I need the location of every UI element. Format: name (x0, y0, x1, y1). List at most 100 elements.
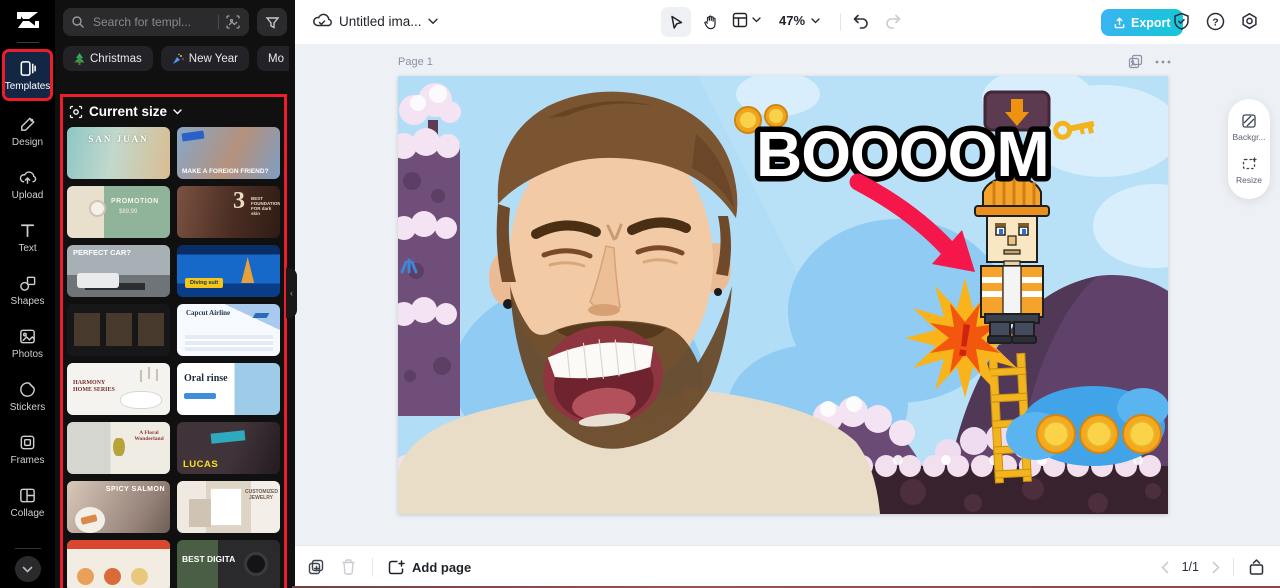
cloud-save-status[interactable] (311, 10, 333, 32)
tag-label: Christmas (90, 52, 142, 65)
add-page-button[interactable]: Add page (388, 559, 471, 576)
background-button[interactable]: Backgr... (1229, 113, 1269, 142)
select-tool-button[interactable] (661, 7, 691, 37)
template-thumb-lucas-podcast[interactable]: LUCAS (177, 422, 280, 474)
prev-page-chevron[interactable] (1160, 561, 1169, 574)
template-thumb-floral[interactable]: A Floral Wonderland (67, 422, 170, 474)
chevron-down-icon (22, 566, 33, 573)
template-thumb-promotion[interactable]: PROMOTION $89.99 (67, 186, 170, 238)
document-title[interactable]: Untitled ima... (339, 14, 438, 29)
redo-button[interactable] (883, 11, 903, 31)
cursor-arrow-icon (670, 15, 682, 29)
sidebar-item-label: Collage (10, 508, 45, 519)
top-toolbar: Untitled ima... 47% Export ? (295, 0, 1280, 45)
template-grid: SAN JUAN MAKE A FOREIGN FRIEND? PROMOTIO… (63, 125, 284, 588)
settings-button[interactable] (1239, 11, 1260, 32)
current-size-label: Current size (89, 104, 168, 119)
rail-collapse-button[interactable] (14, 556, 41, 582)
template-thumb-san-juan[interactable]: SAN JUAN (67, 127, 170, 179)
tag-new-year[interactable]: New Year (160, 46, 249, 71)
template-thumb-perfect-car[interactable]: PERFECT CAR? (67, 245, 170, 297)
current-size-dropdown[interactable]: Current size (63, 97, 284, 125)
chevron-down-icon (752, 17, 761, 23)
sidebar-item-collage[interactable]: Collage (0, 476, 55, 529)
template-thumb-airline[interactable]: Capcut Airline (177, 304, 280, 356)
undo-button[interactable] (851, 11, 871, 31)
text-icon (20, 224, 35, 238)
image-search-icon[interactable] (225, 14, 241, 30)
template-thumb-oral-rinse[interactable]: Oral rinse (177, 363, 280, 415)
sidebar-item-text[interactable]: Text (0, 211, 55, 264)
redo-icon (886, 14, 901, 29)
safety-shield-button[interactable] (1171, 11, 1192, 32)
duplicate-icon[interactable] (307, 558, 325, 576)
sidebar-item-label: Templates (4, 80, 51, 92)
sidebar-item-shapes[interactable]: Shapes (0, 264, 55, 317)
resize-button[interactable]: Resize (1229, 156, 1269, 185)
shapes-icon (20, 276, 36, 291)
search-icon (72, 16, 84, 28)
pixel-worker (974, 175, 1050, 344)
sidebar-item-photos[interactable]: Photos (0, 317, 55, 370)
more-options-icon[interactable] (1155, 60, 1171, 64)
sidebar-item-label: Design (11, 137, 44, 148)
sidebar-item-upload[interactable]: Upload (0, 158, 55, 211)
template-thumb-best-digital[interactable]: BEST DIGITA (177, 540, 280, 588)
sidebar-item-label: Text (18, 243, 37, 254)
sidebar-item-label: Photos (11, 349, 44, 360)
page-indicator: 1/1 (1181, 560, 1199, 574)
template-thumb-jewelry[interactable]: CUSTOMIZED JEWELRY (177, 481, 280, 533)
tag-more-truncated[interactable]: Mo (257, 46, 289, 71)
present-icon[interactable] (1247, 558, 1266, 576)
template-thumb-diving-suit[interactable]: Diving suit (177, 245, 280, 297)
sidebar-item-design[interactable]: Design (0, 105, 55, 158)
search-input[interactable] (91, 14, 212, 30)
template-thumb-spicy-salmon[interactable]: SPICY SALMON (67, 481, 170, 533)
shield-check-icon (1174, 12, 1189, 30)
zoom-control[interactable]: 47% (779, 13, 820, 28)
sidebar-item-label: Frames (10, 455, 45, 466)
frames-icon (20, 435, 35, 450)
sidebar-item-frames[interactable]: Frames (0, 423, 55, 476)
left-icon-rail: Templates Design Upload Text Shapes Phot… (0, 0, 55, 588)
page-label: Page 1 (398, 56, 433, 68)
template-search-box[interactable] (63, 8, 249, 36)
duplicate-page-icon[interactable] (1128, 54, 1143, 69)
sidebar-item-label: Stickers (9, 402, 46, 413)
trash-icon[interactable] (340, 558, 357, 576)
template-thumb-interior[interactable] (67, 304, 170, 356)
bottom-divider (1233, 558, 1234, 576)
tag-christmas[interactable]: Christmas (63, 46, 153, 71)
add-page-icon (388, 559, 405, 574)
template-thumb-food-menu[interactable] (67, 540, 170, 588)
zoom-level: 47% (779, 13, 806, 28)
template-thumb-foundations[interactable]: 3BEST FOUNDATIONS FOR dark skin (177, 186, 280, 238)
design-canvas[interactable]: ! BOOOOM (398, 76, 1168, 514)
toolbar-divider (840, 13, 841, 31)
filter-icon (265, 16, 279, 29)
chevron-down-icon (427, 18, 438, 25)
next-page-chevron[interactable] (1212, 561, 1220, 574)
christmas-tree-icon (74, 52, 85, 65)
chevron-down-icon (173, 108, 182, 114)
sidebar-item-stickers[interactable]: Stickers (0, 370, 55, 423)
template-tags-row: Christmas New Year Mo (63, 46, 289, 71)
sidebar-item-templates[interactable]: Templates (2, 49, 53, 101)
layout-tool-button[interactable] (731, 11, 761, 29)
firework-icon (172, 53, 184, 64)
booom-headline: BOOOOM (756, 118, 1049, 190)
template-thumb-foreign-friend[interactable]: MAKE A FOREIGN FRIEND? (177, 127, 280, 179)
help-button[interactable]: ? (1205, 11, 1226, 32)
panel-collapse-handle[interactable]: ‹ (286, 268, 297, 318)
upload-cloud-icon (19, 171, 37, 184)
chevron-down-icon (811, 17, 820, 23)
search-divider (218, 15, 219, 29)
bottom-divider (372, 558, 373, 576)
cloud-check-icon (313, 13, 332, 27)
template-thumb-harmony-home[interactable]: HARMONY HOME SERIES (67, 363, 170, 415)
filter-button[interactable] (257, 8, 287, 36)
gear-icon (1242, 12, 1257, 30)
capcut-logo[interactable] (0, 0, 55, 40)
hand-tool-button[interactable] (695, 7, 725, 37)
bottom-bar: Add page 1/1 (295, 545, 1280, 588)
